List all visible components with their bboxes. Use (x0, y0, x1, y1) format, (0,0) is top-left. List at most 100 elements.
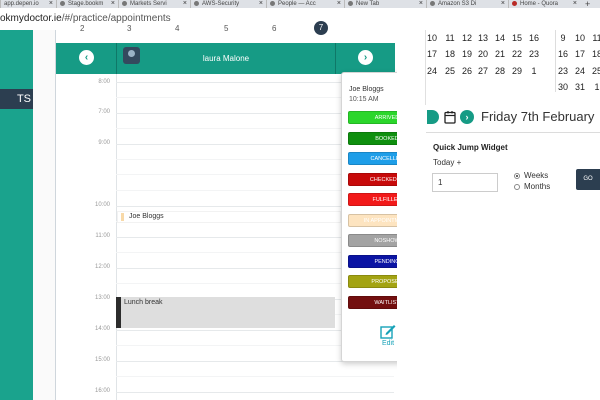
browser-tab[interactable]: app.depen.io × (0, 0, 56, 8)
time-label: 8:00 (98, 79, 110, 85)
favicon-icon (270, 0, 275, 6)
calendar-header: ‹ laura Malone › (56, 43, 395, 74)
appointment-joe-bloggs[interactable]: Joe Bloggs (117, 211, 341, 223)
content-gutter (33, 30, 55, 400)
prev-arrow-button[interactable]: ‹ (79, 50, 94, 65)
popover-time: 10:15 AM (349, 96, 379, 103)
mini-calendar-day[interactable]: 28 (493, 66, 507, 76)
tab-title: People — Acc (278, 1, 316, 7)
quick-jump-today-label: Today + (433, 158, 462, 167)
mini-calendar-day[interactable]: 24 (573, 66, 587, 76)
day-number[interactable]: 2 (80, 24, 84, 33)
edit-icon[interactable] (380, 323, 396, 339)
close-icon[interactable]: × (337, 0, 341, 8)
mini-calendar-day[interactable]: 18 (590, 49, 600, 59)
mini-calendar-day[interactable]: 11 (590, 33, 600, 43)
day-number[interactable]: 6 (272, 24, 276, 33)
mini-calendar-day[interactable]: 31 (573, 82, 587, 92)
mini-calendar-day[interactable]: 21 (493, 49, 507, 59)
day-number[interactable]: 4 (175, 24, 179, 33)
time-label: 12:00 (94, 264, 110, 270)
favicon-icon (348, 0, 353, 6)
favicon-icon (194, 0, 199, 6)
close-icon[interactable]: × (49, 0, 53, 8)
day-number[interactable]: 5 (224, 24, 228, 33)
browser-tab[interactable]: People — Acc × (266, 0, 344, 8)
close-icon[interactable]: × (419, 0, 423, 8)
popover-patient-name: Joe Bloggs (349, 86, 384, 93)
close-icon[interactable]: × (259, 0, 263, 8)
provider-name[interactable]: laura Malone (156, 43, 296, 74)
mini-calendar-day[interactable]: 27 (476, 66, 490, 76)
mini-calendar-day[interactable]: 9 (556, 33, 570, 43)
appointment-label: Lunch break (124, 299, 163, 306)
close-icon[interactable]: × (111, 0, 115, 8)
browser-tab[interactable]: Stage.bookm × (56, 0, 118, 8)
radio-months[interactable] (514, 184, 520, 190)
url-text[interactable]: okmydoctor.ie/#/practice/appointments (0, 13, 171, 24)
sidebar-item-active[interactable]: TS (0, 89, 33, 109)
mini-calendar-day[interactable]: 10 (573, 33, 587, 43)
mini-calendar-day[interactable]: 30 (556, 82, 570, 92)
divider (426, 132, 600, 133)
mini-calendar-day[interactable]: 25 (590, 66, 600, 76)
quick-jump-amount-input[interactable] (432, 173, 498, 192)
mini-calendar-day[interactable]: 1 (527, 66, 541, 76)
url-host: okmydoctor.ie (0, 13, 62, 24)
mini-calendar-day[interactable]: 15 (510, 33, 524, 43)
mini-calendar-day[interactable]: 19 (460, 49, 474, 59)
time-label: 7:00 (98, 109, 110, 115)
mini-calendar-day[interactable]: 17 (425, 49, 439, 59)
close-icon[interactable]: × (573, 0, 577, 8)
appointment-status-marker (116, 297, 121, 328)
quick-jump-title: Quick Jump Widget (433, 143, 508, 152)
browser-tab[interactable]: Amazon S3 Di × (426, 0, 508, 8)
appointment-lunch-break[interactable]: Lunch break (116, 297, 335, 328)
radio-weeks-label[interactable]: Weeks (524, 171, 548, 180)
mini-calendar-day[interactable]: 23 (527, 49, 541, 59)
url-path: /#/practice/appointments (61, 13, 171, 24)
browser-tab[interactable]: New Tab × (344, 0, 426, 8)
browser-tab[interactable]: Markets Servi × (118, 0, 190, 8)
mini-calendar-day[interactable]: 24 (425, 66, 439, 76)
mini-calendar-day[interactable]: 18 (443, 49, 457, 59)
mini-calendar-day[interactable]: 25 (443, 66, 457, 76)
day-number[interactable]: 3 (127, 24, 131, 33)
calendar-icon[interactable] (444, 110, 456, 124)
close-icon[interactable]: × (501, 0, 505, 8)
mini-calendar-day[interactable]: 22 (510, 49, 524, 59)
tab-title: app.depen.io (4, 1, 39, 7)
mini-calendar-day[interactable]: 26 (460, 66, 474, 76)
tab-title: AWS-Security (202, 1, 240, 7)
time-label: 9:00 (98, 140, 110, 146)
mini-calendar-day[interactable]: 10 (425, 33, 439, 43)
mini-calendar-day[interactable]: 14 (493, 33, 507, 43)
go-button[interactable]: GO (576, 169, 600, 190)
radio-weeks[interactable] (514, 173, 520, 179)
browser-tab[interactable]: Home - Quora × (508, 0, 580, 8)
mini-calendar-day[interactable]: 16 (556, 49, 570, 59)
mini-calendar-day[interactable]: 17 (573, 49, 587, 59)
new-tab-button[interactable]: + (582, 0, 600, 8)
avatar (123, 47, 140, 64)
mini-calendar-day[interactable]: 13 (476, 33, 490, 43)
radio-months-label[interactable]: Months (524, 182, 550, 191)
day-number-today[interactable]: 7 (314, 21, 328, 35)
mini-calendar-day[interactable]: 23 (556, 66, 570, 76)
header-divider (335, 43, 336, 74)
next-arrow-button[interactable]: › (358, 50, 373, 65)
mini-calendar-day[interactable]: 12 (460, 33, 474, 43)
time-label: 14:00 (94, 326, 110, 332)
time-label: 10:00 (94, 202, 110, 208)
time-label: 15:00 (94, 357, 110, 363)
mini-calendar-day[interactable]: 1 (590, 82, 600, 92)
close-icon[interactable]: × (183, 0, 187, 8)
next-date-button[interactable]: › (460, 110, 474, 124)
mini-calendar-day[interactable]: 20 (476, 49, 490, 59)
mini-calendar-day[interactable]: 16 (527, 33, 541, 43)
mini-calendar-day[interactable]: 11 (443, 33, 457, 43)
browser-tab[interactable]: AWS-Security × (190, 0, 266, 8)
tab-title: Home - Quora (520, 1, 559, 7)
mini-calendar-day[interactable]: 29 (510, 66, 524, 76)
tab-title: Amazon S3 Di (438, 1, 477, 7)
